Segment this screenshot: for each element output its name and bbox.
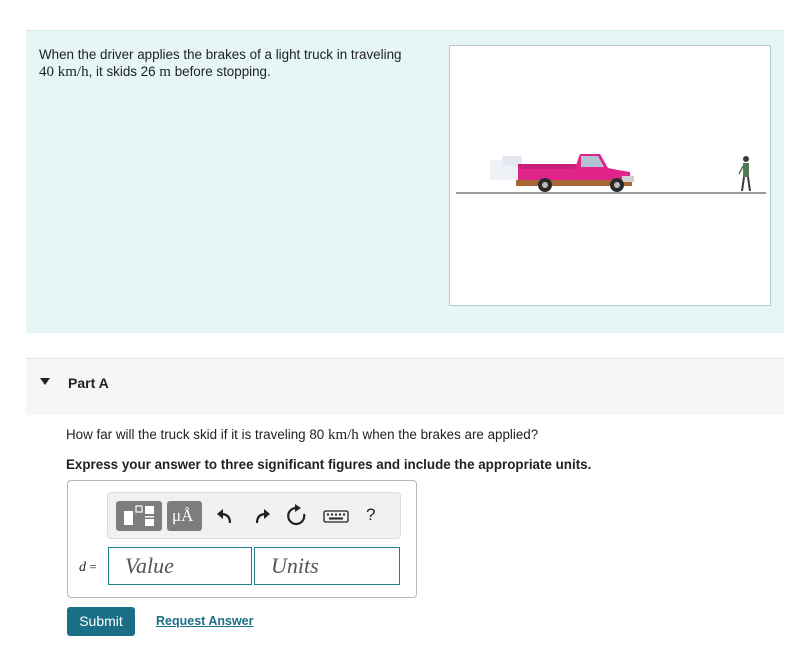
problem-line-2: , it skids 26: [88, 64, 160, 79]
redo-icon[interactable]: [249, 503, 275, 529]
problem-panel: When the driver applies the brakes of a …: [26, 30, 784, 333]
figure-box: [449, 45, 771, 306]
help-button[interactable]: ?: [366, 505, 375, 525]
part-title: Part A: [68, 375, 109, 391]
equals-sign: =: [89, 559, 97, 574]
answer-instruction: Express your answer to three significant…: [66, 457, 592, 472]
submit-button[interactable]: Submit: [67, 607, 135, 636]
question-after: when the brakes are applied?: [358, 427, 539, 442]
templates-icon: [124, 505, 154, 526]
math-toolbar: μÅ ?: [107, 492, 401, 539]
question-text: How far will the truck skid if it is tra…: [66, 427, 538, 444]
part-a-header[interactable]: Part A: [26, 358, 784, 415]
question-before: How far will the truck skid if it is tra…: [66, 427, 328, 442]
request-answer-link[interactable]: Request Answer: [156, 614, 253, 628]
problem-unit-m: m: [159, 64, 171, 80]
value-input[interactable]: Value: [108, 547, 252, 585]
symbols-button[interactable]: μÅ: [167, 501, 202, 531]
problem-speed: 40 km/h: [39, 64, 89, 80]
answer-box: μÅ ? d = Value Units: [67, 480, 417, 598]
collapse-caret-icon[interactable]: [40, 378, 50, 385]
problem-statement: When the driver applies the brakes of a …: [39, 46, 419, 81]
variable-name: d: [79, 560, 86, 575]
units-input[interactable]: Units: [254, 547, 400, 585]
units-placeholder: Units: [271, 553, 319, 578]
reset-icon[interactable]: [284, 503, 310, 529]
value-placeholder: Value: [125, 553, 174, 578]
symbols-label: μÅ: [172, 506, 194, 525]
problem-line-1: When the driver applies the brakes of a …: [39, 47, 402, 62]
problem-line-2-end: before stopping.: [170, 64, 271, 79]
person-icon: [738, 156, 751, 192]
question-unit: km/h: [327, 427, 359, 443]
keyboard-icon[interactable]: [321, 503, 351, 529]
variable-label: d =: [79, 559, 97, 576]
templates-button[interactable]: [116, 501, 162, 531]
truck-icon: [516, 154, 634, 192]
undo-icon[interactable]: [212, 503, 238, 529]
truck-and-person-illustration: [456, 154, 766, 194]
